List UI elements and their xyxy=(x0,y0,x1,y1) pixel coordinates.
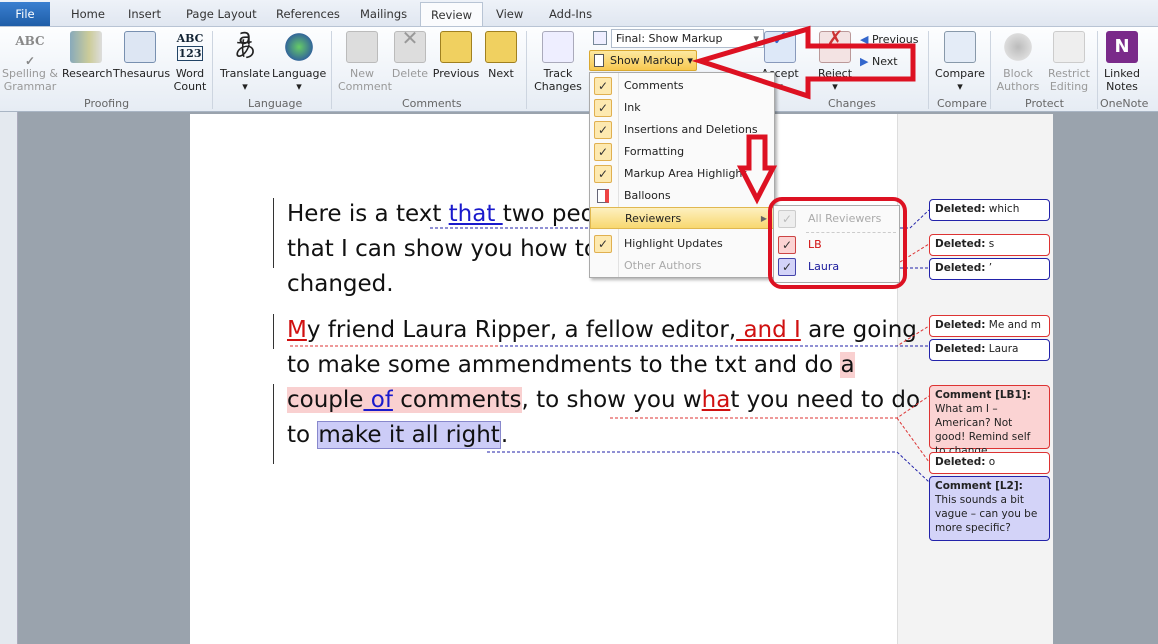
annotation-overlay xyxy=(691,25,916,289)
big-left-arrow-icon xyxy=(691,25,916,100)
reviewers-highlight-box xyxy=(768,197,907,289)
down-arrow-icon xyxy=(736,134,778,205)
